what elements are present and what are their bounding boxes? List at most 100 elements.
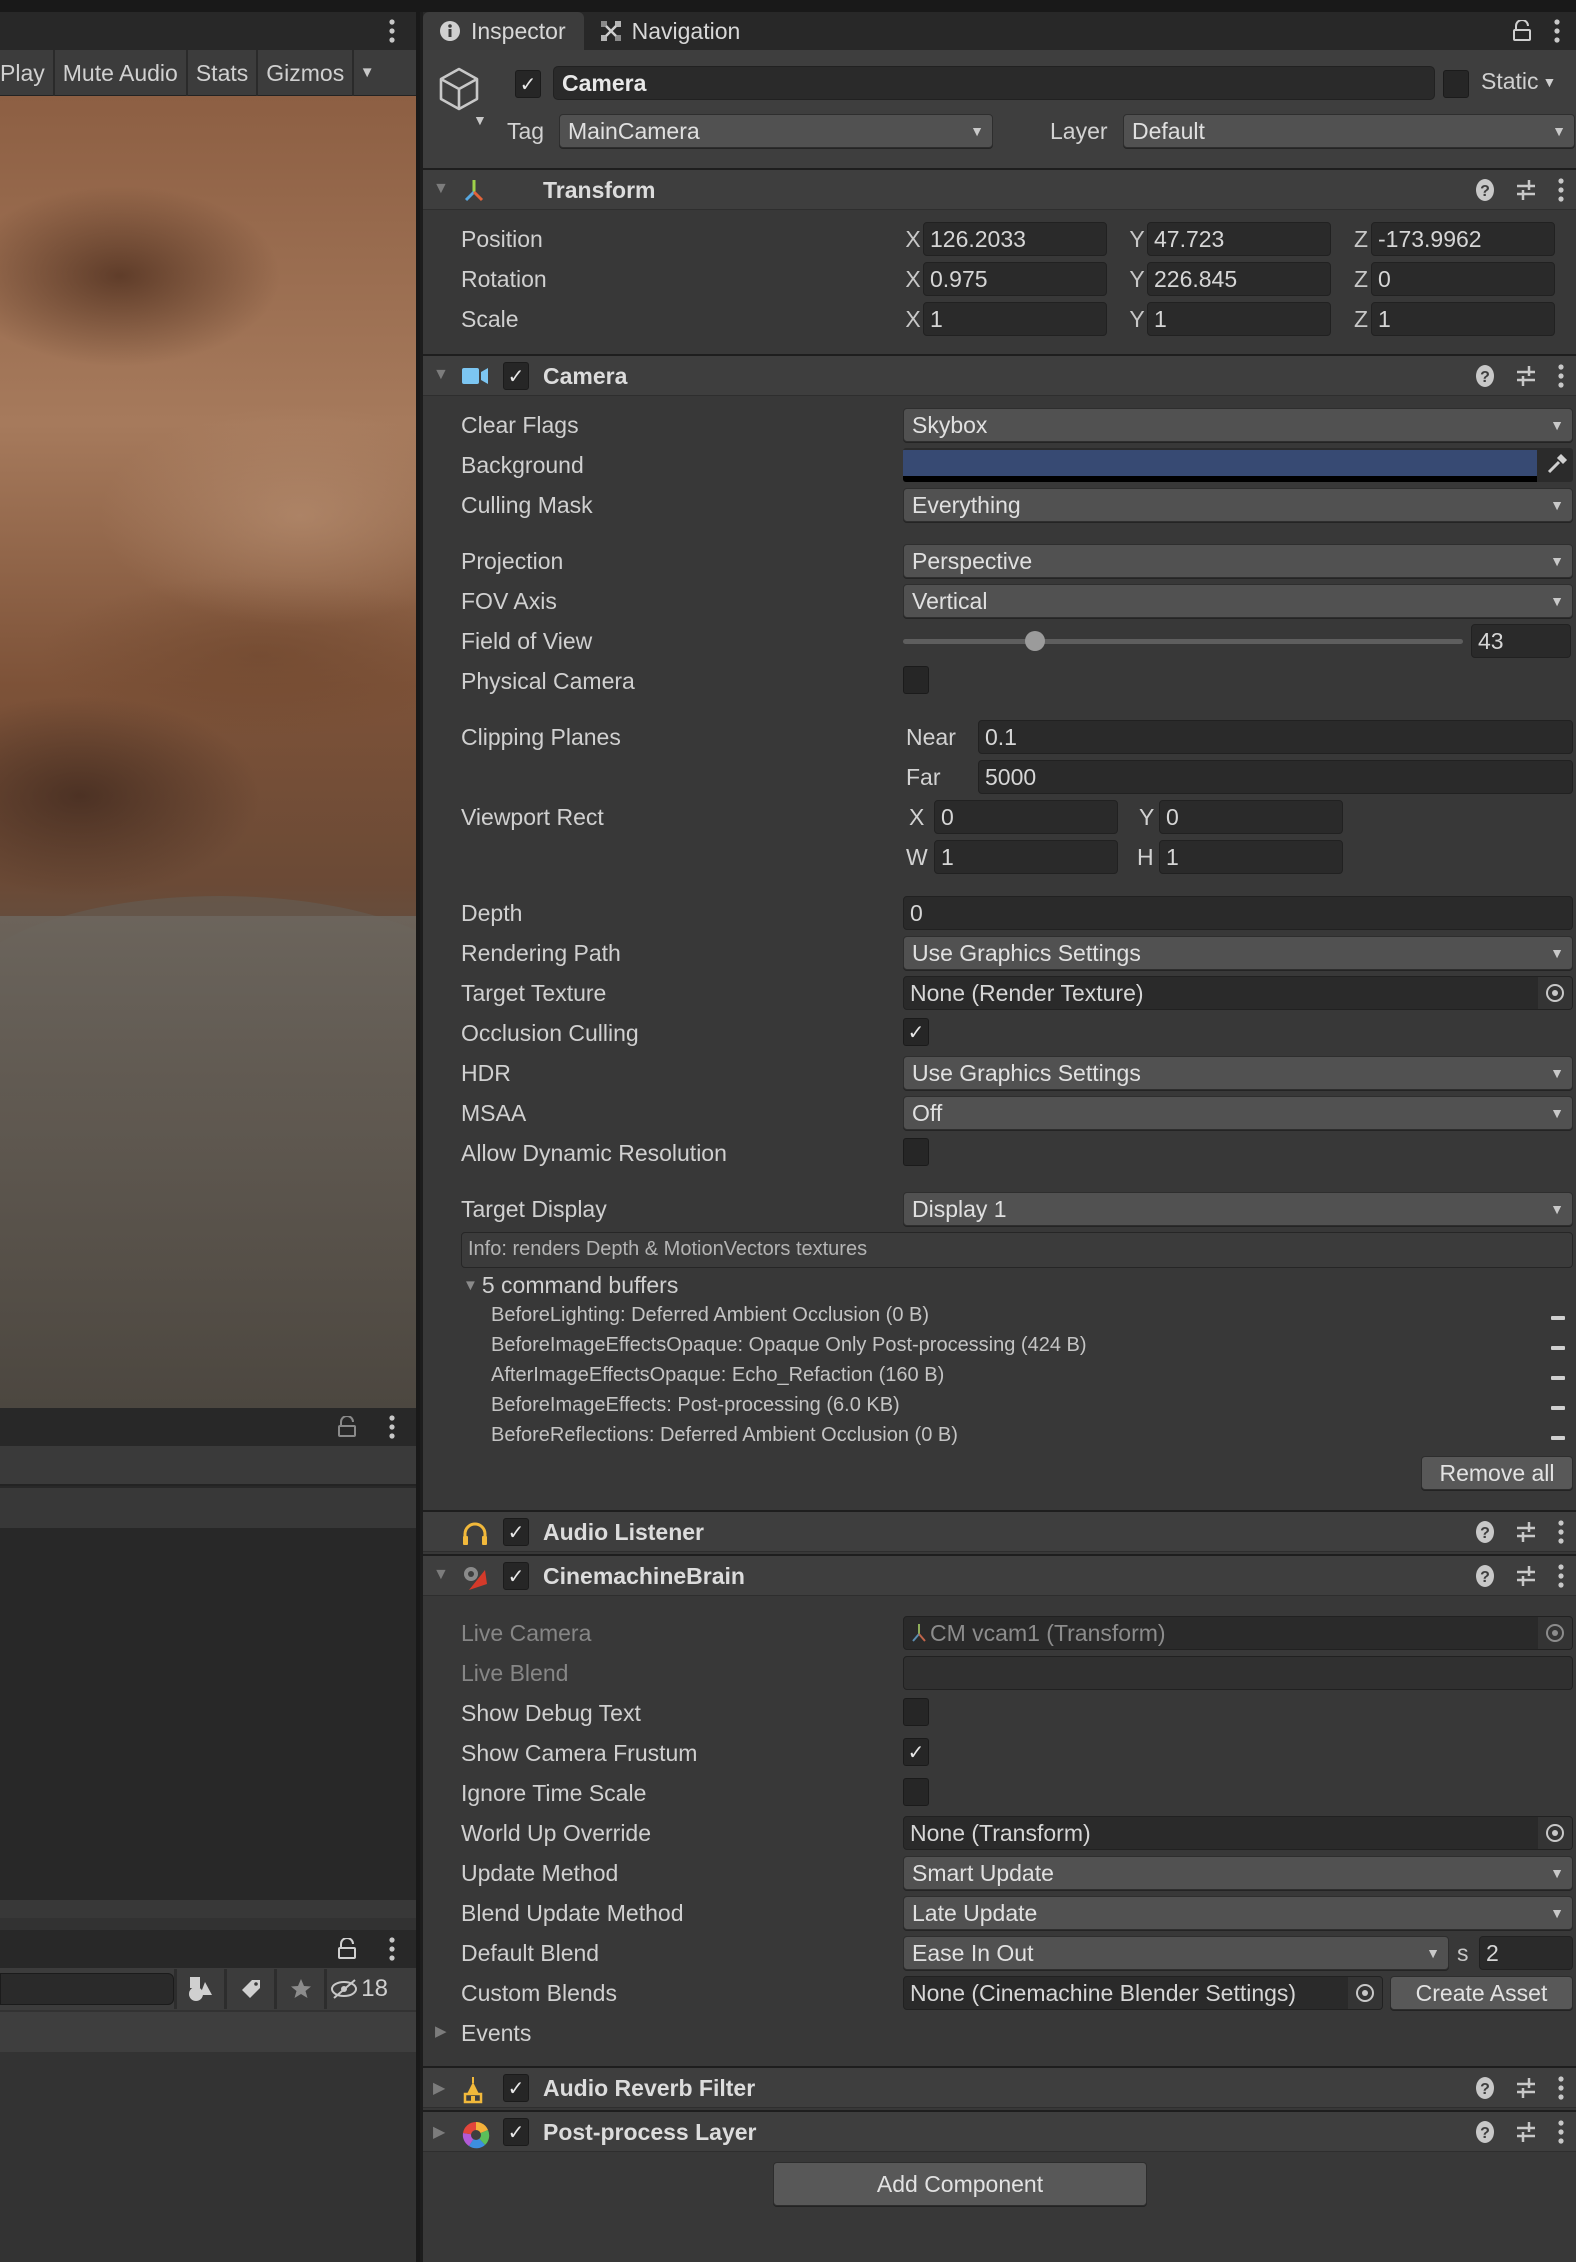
near-clip-field[interactable]: 0.1 [978, 720, 1573, 754]
post-process-layer-component-header[interactable]: ▶ ✓ Post-process Layer ? [423, 2110, 1576, 2152]
stats-toggle[interactable]: Stats [188, 50, 259, 96]
help-icon[interactable]: ? [1475, 1520, 1495, 1544]
preset-icon[interactable] [1515, 1520, 1537, 1544]
audio-listener-enabled-checkbox[interactable]: ✓ [503, 1518, 529, 1546]
favorites-button[interactable] [274, 1969, 324, 2009]
remove-command-buffer-button[interactable] [1551, 1406, 1565, 1410]
axis-y-label[interactable]: Y [1127, 222, 1147, 256]
ignore-time-scale-checkbox[interactable] [903, 1778, 929, 1806]
kebab-menu-icon[interactable] [1557, 2119, 1565, 2145]
preset-icon[interactable] [1515, 1564, 1537, 1588]
add-component-button[interactable]: Add Component [773, 2162, 1147, 2206]
static-dropdown[interactable]: Static ▼ [1481, 68, 1556, 95]
kebab-menu-icon[interactable] [1557, 2075, 1565, 2101]
panel-menu-button[interactable] [388, 1936, 396, 1968]
remove-all-button[interactable]: Remove all [1421, 1456, 1573, 1490]
hidden-packages-button[interactable]: 18 [324, 1969, 394, 2009]
target-display-dropdown[interactable]: Display 1 ▼ [903, 1192, 1573, 1226]
foldout-collapsed-icon[interactable]: ▶ [433, 2122, 445, 2142]
help-icon[interactable]: ? [1475, 2120, 1495, 2144]
object-picker-button[interactable] [1538, 1817, 1572, 1849]
scale-x-field[interactable]: 1 [923, 302, 1107, 336]
custom-blends-field[interactable]: None (Cinemachine Blender Settings) [903, 1976, 1383, 2010]
show-debug-text-checkbox[interactable] [903, 1698, 929, 1726]
events-foldout[interactable]: ▶ Events [423, 2016, 1576, 2052]
depth-field[interactable]: 0 [903, 896, 1573, 930]
slider-track[interactable] [903, 639, 1463, 644]
hdr-dropdown[interactable]: Use Graphics Settings ▼ [903, 1056, 1573, 1090]
remove-command-buffer-button[interactable] [1551, 1316, 1565, 1320]
game-view-menu-button[interactable] [388, 18, 396, 50]
inspector-menu-button[interactable] [1553, 18, 1561, 50]
layer-dropdown[interactable]: Default ▼ [1123, 114, 1575, 148]
kebab-menu-icon[interactable] [1557, 177, 1565, 203]
viewport-y-label[interactable]: Y [1139, 804, 1154, 831]
panel-lock-button[interactable] [338, 1415, 356, 1444]
rotation-z-field[interactable]: 0 [1371, 262, 1555, 296]
help-icon[interactable]: ? [1475, 178, 1495, 202]
target-texture-field[interactable]: None (Render Texture) [903, 976, 1573, 1010]
viewport-w-label[interactable]: W [906, 844, 928, 871]
gameobject-name-field[interactable]: Camera [553, 66, 1435, 100]
preset-icon[interactable] [1515, 178, 1537, 202]
panel-menu-button[interactable] [388, 1414, 396, 1446]
culling-mask-dropdown[interactable]: Everything ▼ [903, 488, 1573, 522]
game-view-viewport[interactable] [0, 96, 416, 1408]
panel-lock-button[interactable] [338, 1937, 356, 1966]
physical-camera-checkbox[interactable] [903, 666, 929, 694]
transform-component-header[interactable]: ▼ Transform ? [423, 168, 1576, 210]
axis-y-label[interactable]: Y [1127, 302, 1147, 336]
foldout-expanded-icon[interactable]: ▼ [433, 180, 449, 198]
remove-command-buffer-button[interactable] [1551, 1346, 1565, 1350]
remove-command-buffer-button[interactable] [1551, 1376, 1565, 1380]
show-camera-frustum-checkbox[interactable]: ✓ [903, 1738, 929, 1766]
axis-x-label[interactable]: X [903, 262, 923, 296]
kebab-menu-icon[interactable] [1557, 363, 1565, 389]
audio-listener-component-header[interactable]: ✓ Audio Listener ? [423, 1510, 1576, 1552]
kebab-menu-icon[interactable] [1557, 1563, 1565, 1589]
background-color-field[interactable] [903, 448, 1573, 482]
clear-flags-dropdown[interactable]: Skybox ▼ [903, 408, 1573, 442]
panel-content[interactable] [0, 1528, 416, 1900]
post-process-layer-enabled-checkbox[interactable]: ✓ [503, 2118, 529, 2146]
preset-icon[interactable] [1515, 364, 1537, 388]
cinemachine-brain-component-header[interactable]: ▼ ✓ CinemachineBrain ? [423, 1554, 1576, 1596]
inspector-lock-button[interactable] [1513, 19, 1531, 48]
slider-thumb[interactable] [1025, 631, 1046, 651]
help-icon[interactable]: ? [1475, 364, 1495, 388]
object-picker-button[interactable] [1538, 977, 1572, 1009]
msaa-dropdown[interactable]: Off ▼ [903, 1096, 1573, 1130]
viewport-w-field[interactable]: 1 [934, 840, 1118, 874]
project-search-input[interactable] [0, 1973, 174, 2005]
scale-y-field[interactable]: 1 [1147, 302, 1331, 336]
position-z-field[interactable]: -173.9962 [1371, 222, 1555, 256]
remove-command-buffer-button[interactable] [1551, 1436, 1565, 1440]
create-asset-button[interactable]: Create Asset [1390, 1976, 1573, 2010]
audio-reverb-filter-enabled-checkbox[interactable]: ✓ [503, 2074, 529, 2102]
gizmos-toggle[interactable]: Gizmos [258, 50, 355, 96]
tab-navigation[interactable]: Navigation [584, 12, 759, 50]
occlusion-culling-checkbox[interactable]: ✓ [903, 1018, 929, 1046]
color-swatch[interactable] [903, 450, 1537, 476]
cinemachine-brain-enabled-checkbox[interactable]: ✓ [503, 1562, 529, 1590]
foldout-collapsed-icon[interactable]: ▶ [433, 2078, 445, 2098]
default-blend-seconds-field[interactable]: 2 [1479, 1936, 1573, 1970]
seconds-label[interactable]: s [1457, 1940, 1469, 1967]
axis-z-label[interactable]: Z [1351, 302, 1371, 336]
gameobject-active-checkbox[interactable]: ✓ [515, 70, 541, 98]
rotation-y-field[interactable]: 226.845 [1147, 262, 1331, 296]
default-blend-dropdown[interactable]: Ease In Out ▼ [903, 1936, 1449, 1970]
axis-x-label[interactable]: X [903, 222, 923, 256]
object-picker-button[interactable] [1348, 1977, 1382, 2009]
update-method-dropdown[interactable]: Smart Update ▼ [903, 1856, 1573, 1890]
search-by-label-button[interactable] [224, 1969, 274, 2009]
project-content[interactable] [0, 2052, 416, 2262]
viewport-x-label[interactable]: X [909, 804, 924, 831]
help-icon[interactable]: ? [1475, 1564, 1495, 1588]
position-y-field[interactable]: 47.723 [1147, 222, 1331, 256]
viewport-x-field[interactable]: 0 [934, 800, 1118, 834]
rotation-x-field[interactable]: 0.975 [923, 262, 1107, 296]
mute-audio-toggle[interactable]: Mute Audio [55, 50, 188, 96]
viewport-h-label[interactable]: H [1137, 844, 1154, 871]
blend-update-method-dropdown[interactable]: Late Update ▼ [903, 1896, 1573, 1930]
